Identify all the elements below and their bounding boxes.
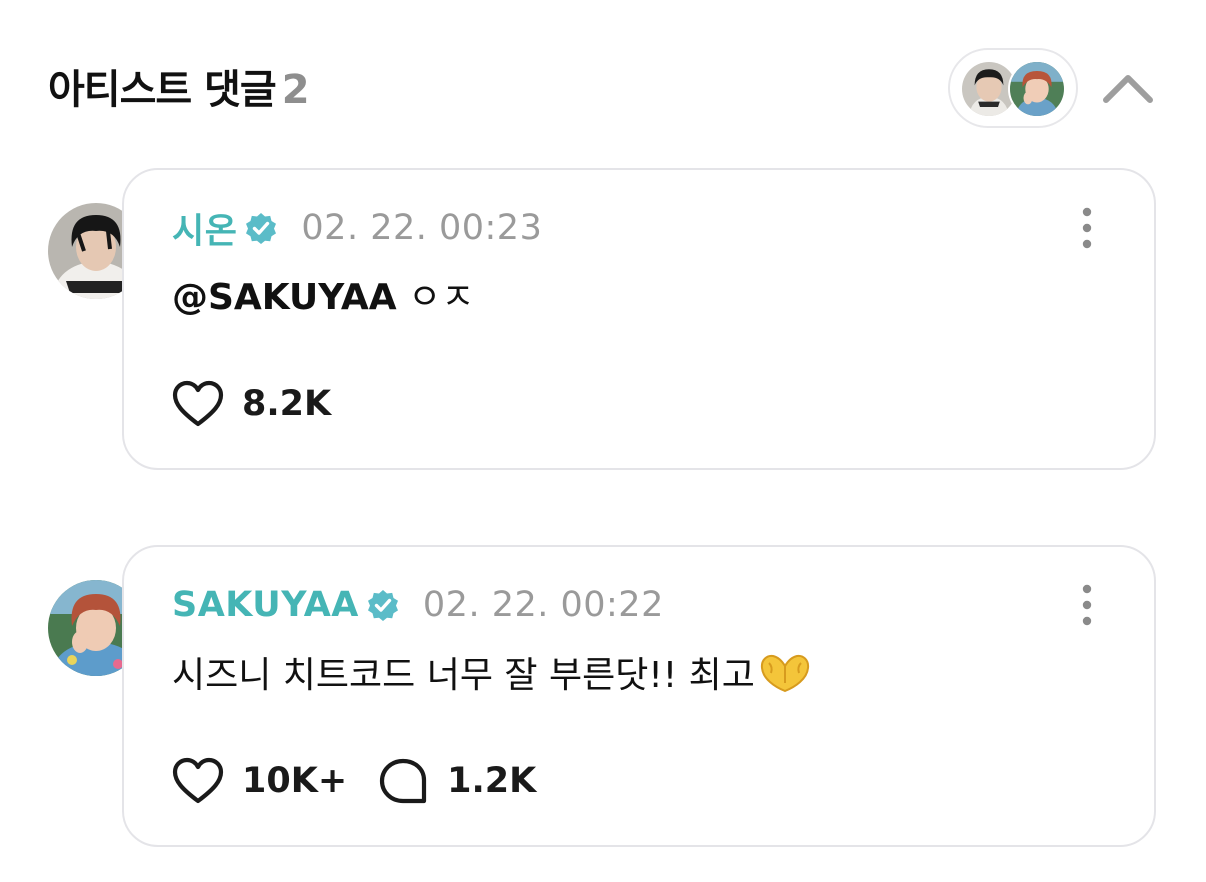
heart-hands-emoji [760, 654, 809, 693]
artist-comments-panel: 아티스트 댓글 2 시온 02. 22. 00:23 @SAKUYAA ㅇㅈ 8… [0, 0, 1206, 882]
comment-meta: SAKUYAA 02. 22. 00:22 [172, 581, 664, 629]
comment-text: @SAKUYAA ㅇㅈ [172, 274, 474, 322]
artist-avatar-stack[interactable] [948, 48, 1078, 128]
reply-count: 1.2K [447, 761, 537, 801]
comment-card-sion: 시온 02. 22. 00:23 @SAKUYAA ㅇㅈ 8.2K [122, 168, 1156, 470]
author-name[interactable]: 시온 [172, 203, 237, 254]
timestamp: 02. 22. 00:22 [422, 585, 664, 625]
verified-badge-icon [246, 213, 277, 244]
like-count: 10K+ [242, 761, 348, 801]
more-options-button[interactable] [1072, 206, 1102, 250]
author-name[interactable]: SAKUYAA [172, 585, 359, 625]
comment-actions: 8.2K [172, 380, 361, 428]
section-title-label: 아티스트 댓글 [48, 67, 277, 113]
comment-body-text: ㅇㅈ [396, 277, 475, 318]
comment-body-text: 시즈니 치트코드 너무 잘 부른닷!! 최고 [172, 655, 755, 696]
comment-actions: 10K+ 1.2K [172, 757, 566, 805]
mention-link[interactable]: @SAKUYAA [172, 277, 397, 318]
collapse-button[interactable] [1100, 66, 1156, 110]
reply-button[interactable]: 1.2K [377, 757, 536, 805]
like-count: 8.2K [242, 384, 332, 424]
comment-count: 2 [281, 67, 310, 113]
more-vertical-icon [1082, 207, 1092, 249]
like-button[interactable]: 10K+ [172, 757, 347, 805]
heart-outline-icon [172, 380, 224, 427]
section-title: 아티스트 댓글 2 [48, 62, 310, 118]
comment-meta: 시온 02. 22. 00:23 [172, 204, 542, 252]
like-button[interactable]: 8.2K [172, 380, 331, 428]
timestamp: 02. 22. 00:23 [301, 208, 543, 248]
chevron-up-icon [1103, 75, 1153, 103]
more-options-button[interactable] [1072, 583, 1102, 627]
comment-text: 시즈니 치트코드 너무 잘 부른닷!! 최고 [172, 651, 813, 700]
speech-bubble-icon [380, 758, 427, 804]
verified-badge-icon [367, 590, 398, 621]
avatar-sakuyaa-small [1008, 60, 1066, 118]
comment-card-sakuyaa: SAKUYAA 02. 22. 00:22 시즈니 치트코드 너무 잘 부른닷!… [122, 545, 1156, 847]
more-vertical-icon [1082, 584, 1092, 626]
heart-outline-icon [172, 757, 224, 804]
